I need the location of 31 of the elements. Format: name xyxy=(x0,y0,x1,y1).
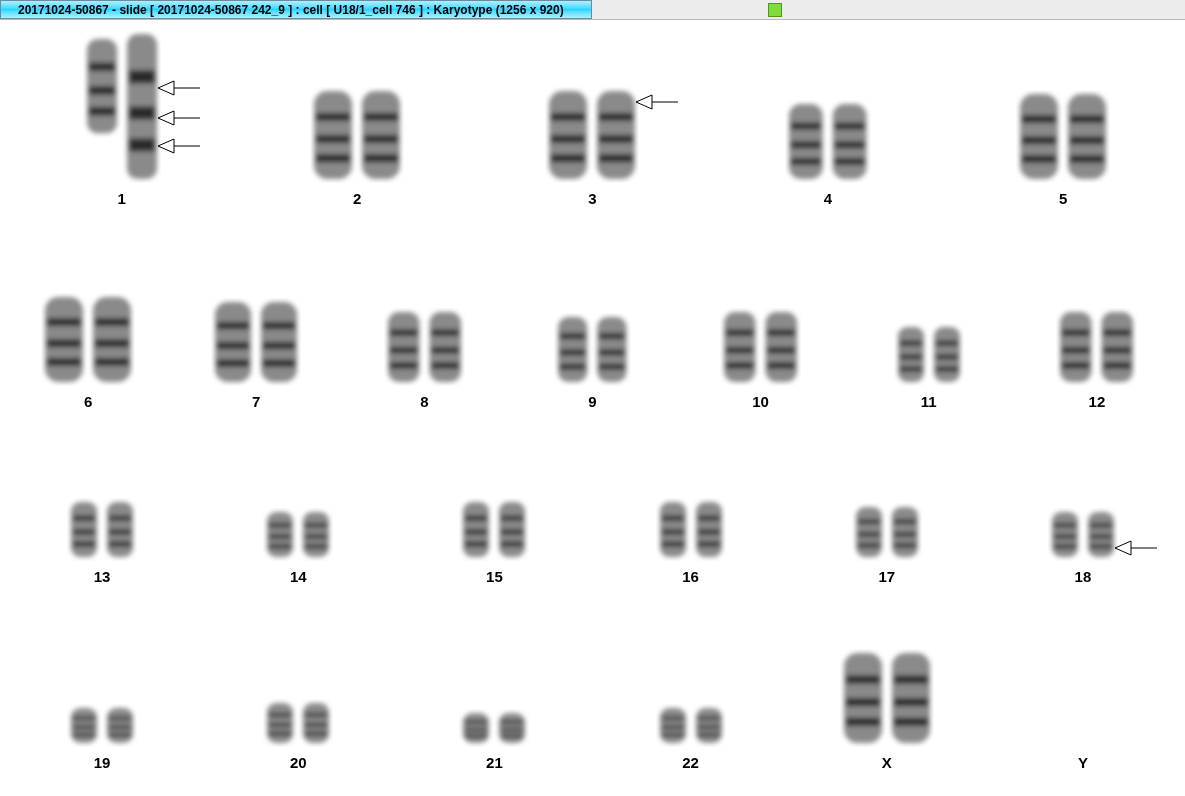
chromosome-label: 16 xyxy=(682,569,699,584)
chromosome-label: 21 xyxy=(486,755,503,770)
chromosome-label: 18 xyxy=(1074,569,1092,584)
chromosome-label: 22 xyxy=(682,755,699,770)
chromosome-label: 7 xyxy=(252,394,261,409)
chromosome-label: 10 xyxy=(752,394,769,409)
arrow-icon xyxy=(635,93,680,110)
arrow-icon xyxy=(156,110,201,127)
status-indicator-icon xyxy=(768,2,782,17)
chromosome-label: 1 xyxy=(117,191,126,206)
chromosome-label: 12 xyxy=(1088,394,1106,409)
arrow-icon xyxy=(156,79,201,96)
chromosome-label: 13 xyxy=(93,569,111,584)
chromosome-label: 11 xyxy=(920,394,937,409)
chromosome-label: 9 xyxy=(588,394,597,409)
chromosome-label: 4 xyxy=(823,191,833,206)
chromosome-label: 2 xyxy=(352,191,362,206)
chromosome-label: 5 xyxy=(1059,191,1068,206)
chromosome-label: 3 xyxy=(588,191,597,206)
arrow-icon xyxy=(156,137,201,154)
chromosome-label: 6 xyxy=(83,394,93,409)
chromosome-label: 15 xyxy=(486,569,503,584)
arrow-icon xyxy=(1113,540,1158,556)
chromosome-label: 8 xyxy=(420,394,429,409)
chromosome-label: 20 xyxy=(289,755,307,770)
chromosome-label: X xyxy=(881,755,892,770)
window-title: 20171024-50867 - slide [ 20171024-50867 242_9 ] : cell [ U18/1_cell 746 ] : Karyotype (1256 x 920) xyxy=(0,0,592,19)
chromosome-label: 14 xyxy=(289,569,307,584)
chromosome-label: Y xyxy=(1077,755,1088,770)
chromosome-label: 17 xyxy=(878,569,896,584)
chromosome-label: 19 xyxy=(93,755,111,770)
